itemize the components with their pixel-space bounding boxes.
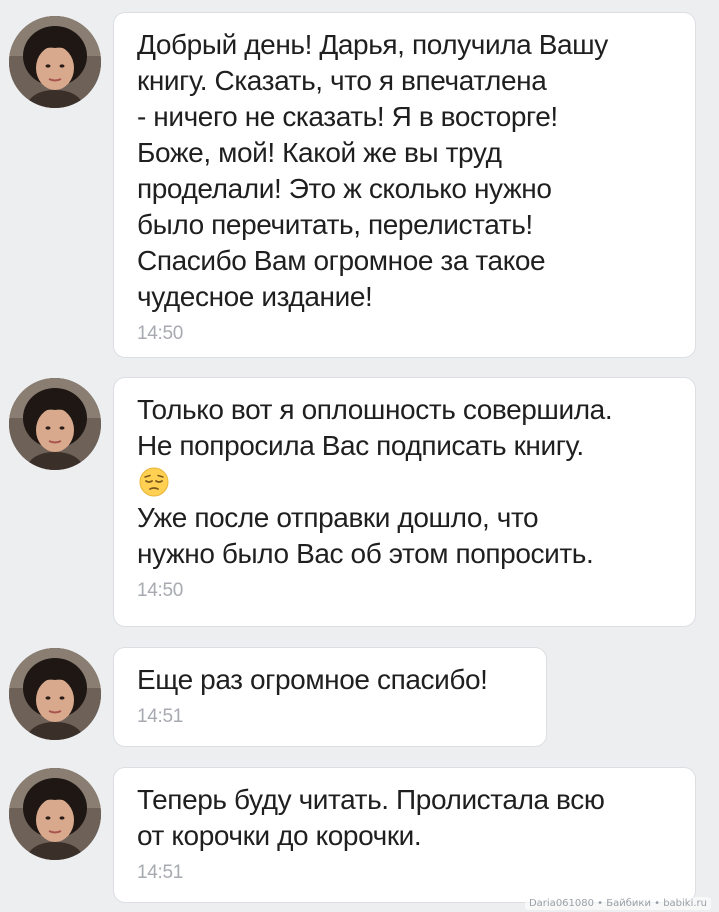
message-text-continued: Уже после отправки дошло, что нужно было… [137, 502, 594, 569]
avatar[interactable] [9, 768, 101, 860]
message-text: Теперь буду читать. Пролистала всю от ко… [137, 784, 605, 851]
avatar[interactable] [9, 378, 101, 470]
message-bubble: Теперь буду читать. Пролистала всю от ко… [113, 767, 696, 903]
message-text: Еще раз огромное спасибо! [137, 664, 488, 695]
message-time: 14:50 [137, 323, 184, 344]
message-bubble: Еще раз огромное спасибо! 14:51 [113, 647, 547, 747]
message-text: Добрый день! Дарья, получила Вашу книгу.… [137, 29, 608, 312]
message-time: 14:51 [137, 862, 184, 883]
message-time: 14:50 [137, 580, 184, 601]
message-bubble: Только вот я оплошность совершила. Не по… [113, 377, 696, 627]
message-bubble: Добрый день! Дарья, получила Вашу книгу.… [113, 12, 696, 358]
watermark: Daria061080 • Байбики • babiki.ru [524, 897, 711, 910]
pensive-face-emoji-icon [138, 466, 170, 498]
message-text: Только вот я оплошность совершила. Не по… [137, 394, 613, 461]
chat-thread: Добрый день! Дарья, получила Вашу книгу.… [0, 0, 719, 912]
message-time: 14:51 [137, 706, 184, 727]
avatar[interactable] [9, 648, 101, 740]
avatar[interactable] [9, 16, 101, 108]
